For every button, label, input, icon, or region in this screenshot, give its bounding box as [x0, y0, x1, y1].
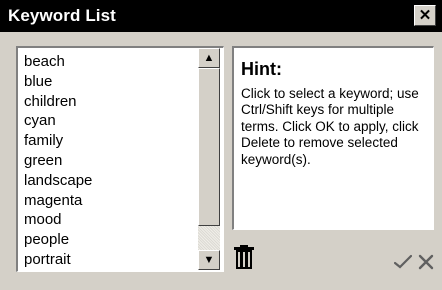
keyword-item[interactable]: green — [24, 151, 194, 171]
list-scrollbar[interactable]: ▲ ▼ — [198, 48, 220, 270]
keyword-item[interactable]: family — [24, 131, 194, 151]
close-button[interactable]: ✕ — [414, 5, 436, 26]
title-bar[interactable]: Keyword List ✕ — [0, 0, 442, 32]
trash-icon[interactable] — [232, 244, 256, 270]
hint-title: Hint: — [241, 59, 282, 79]
keyword-list: beach blue children cyan family green landscap… — [24, 52, 194, 270]
keyword-item[interactable]: portrait — [24, 250, 194, 270]
scroll-down-button[interactable]: ▼ — [198, 250, 220, 270]
keyword-item[interactable]: mood — [24, 210, 194, 230]
scroll-up-button[interactable]: ▲ — [198, 48, 220, 68]
keyword-item[interactable]: blue — [24, 72, 194, 92]
keyword-item[interactable]: children — [24, 92, 194, 112]
window-title: Keyword List — [8, 6, 116, 25]
hint-text: Click to select a keyword; use Ctrl/Shif… — [241, 86, 419, 167]
keyword-item[interactable]: magenta — [24, 191, 194, 211]
keyword-item[interactable]: landscape — [24, 171, 194, 191]
close-x-icon[interactable] — [418, 254, 434, 270]
keyword-item[interactable]: beach — [24, 52, 194, 72]
checkmark-icon[interactable] — [394, 254, 412, 270]
keyword-item[interactable]: people — [24, 230, 194, 250]
keyword-list-dialog: Keyword List ✕ beach blue children cyan fami… — [0, 0, 442, 290]
keyword-listbox[interactable]: beach blue children cyan family green landscap… — [16, 46, 224, 272]
keyword-item[interactable]: cyan — [24, 111, 194, 131]
hint-panel: Hint: Click to select a keyword; use Ctr… — [232, 46, 434, 230]
scroll-thumb[interactable] — [198, 68, 220, 226]
